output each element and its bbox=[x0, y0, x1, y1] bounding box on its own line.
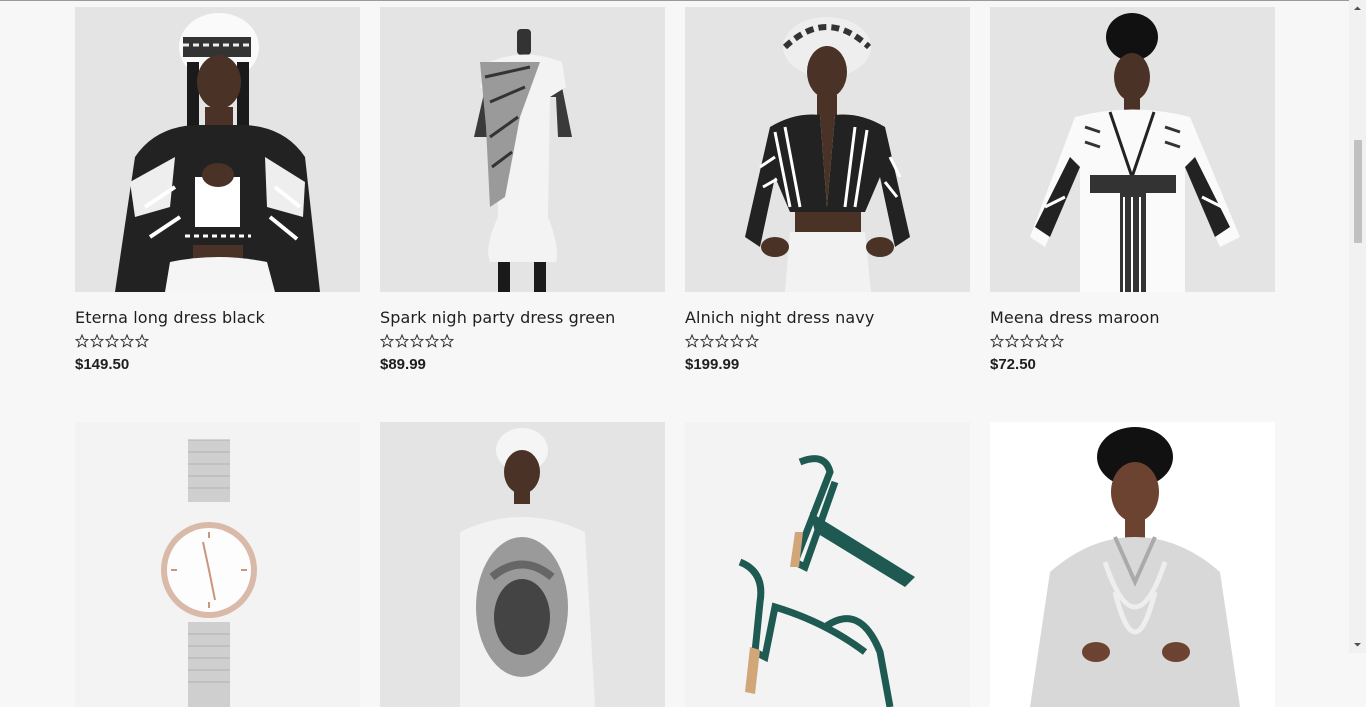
product-title[interactable]: Meena dress maroon bbox=[990, 308, 1160, 327]
star-rating bbox=[685, 334, 759, 350]
scroll-down-arrow-icon[interactable] bbox=[1349, 636, 1366, 653]
scrollbar-thumb[interactable] bbox=[1354, 140, 1362, 243]
star-outline-icon bbox=[715, 334, 729, 348]
product-card[interactable] bbox=[990, 422, 1275, 707]
star-outline-icon bbox=[410, 334, 424, 348]
vertical-scrollbar[interactable] bbox=[1349, 0, 1366, 653]
star-outline-icon bbox=[135, 334, 149, 348]
star-outline-icon bbox=[745, 334, 759, 348]
product-card[interactable]: Eterna long dress black $149.50 bbox=[75, 7, 360, 373]
product-image[interactable] bbox=[380, 422, 665, 707]
scroll-up-arrow-icon[interactable] bbox=[1349, 0, 1366, 17]
star-outline-icon bbox=[105, 334, 119, 348]
product-card[interactable] bbox=[685, 422, 970, 707]
product-price: $89.99 bbox=[380, 356, 426, 373]
product-title[interactable]: Alnich night dress navy bbox=[685, 308, 874, 327]
product-price: $149.50 bbox=[75, 356, 130, 373]
star-outline-icon bbox=[1020, 334, 1034, 348]
top-border bbox=[0, 0, 1349, 1]
star-outline-icon bbox=[1035, 334, 1049, 348]
product-title[interactable]: Spark nigh party dress green bbox=[380, 308, 615, 327]
product-price: $72.50 bbox=[990, 356, 1036, 373]
product-image[interactable] bbox=[990, 422, 1275, 707]
product-image[interactable] bbox=[990, 7, 1275, 292]
star-rating bbox=[380, 334, 454, 350]
star-outline-icon bbox=[700, 334, 714, 348]
product-image[interactable] bbox=[380, 7, 665, 292]
product-title[interactable]: Eterna long dress black bbox=[75, 308, 265, 327]
star-rating bbox=[990, 334, 1064, 350]
star-outline-icon bbox=[380, 334, 394, 348]
product-image[interactable] bbox=[685, 7, 970, 292]
product-card[interactable] bbox=[380, 422, 665, 707]
star-outline-icon bbox=[1005, 334, 1019, 348]
star-rating bbox=[75, 334, 149, 350]
product-card[interactable] bbox=[75, 422, 360, 707]
product-card[interactable]: Alnich night dress navy $199.99 bbox=[685, 7, 970, 373]
star-outline-icon bbox=[90, 334, 104, 348]
product-price: $199.99 bbox=[685, 356, 740, 373]
star-outline-icon bbox=[990, 334, 1004, 348]
star-outline-icon bbox=[425, 334, 439, 348]
star-outline-icon bbox=[75, 334, 89, 348]
star-outline-icon bbox=[1050, 334, 1064, 348]
star-outline-icon bbox=[730, 334, 744, 348]
product-image[interactable] bbox=[685, 422, 970, 707]
product-image[interactable] bbox=[75, 7, 360, 292]
star-outline-icon bbox=[440, 334, 454, 348]
star-outline-icon bbox=[120, 334, 134, 348]
product-card[interactable]: Spark nigh party dress green $89.99 bbox=[380, 7, 665, 373]
product-image[interactable] bbox=[75, 422, 360, 707]
star-outline-icon bbox=[395, 334, 409, 348]
product-card[interactable]: Meena dress maroon $72.50 bbox=[990, 7, 1275, 373]
star-outline-icon bbox=[685, 334, 699, 348]
